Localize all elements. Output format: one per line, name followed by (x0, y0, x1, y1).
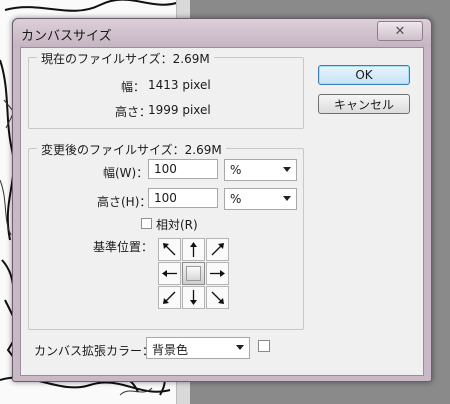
arrow-up-right-icon (211, 243, 224, 256)
anchor-label: 基準位置： (93, 240, 154, 254)
new-height-label: 高さ(H)： (97, 195, 152, 209)
new-width-label: 幅(W)： (103, 166, 149, 180)
chevron-down-icon (283, 196, 291, 201)
ok-button[interactable]: OK (318, 65, 410, 85)
dialog-title: カンバスサイズ (21, 29, 112, 44)
extension-color-label: カンバス拡張カラー： (34, 344, 155, 358)
relative-label[interactable]: 相対(R) (156, 216, 198, 233)
height-input[interactable]: 100 (148, 188, 218, 208)
relative-checkbox[interactable] (141, 218, 152, 229)
ok-button-label: OK (355, 68, 373, 82)
cancel-button-label: キャンセル (333, 97, 394, 112)
canvas-size-dialog: カンバスサイズ ✕ 現在のファイルサイズ：2.69M 幅： 1413 pixel… (12, 18, 432, 382)
new-size-legend: 変更後のファイルサイズ：2.69M (37, 141, 226, 158)
width-input[interactable]: 100 (148, 159, 218, 179)
current-width-label: 幅： (121, 80, 146, 94)
anchor-left[interactable] (158, 262, 181, 285)
current-size-group (28, 57, 304, 129)
arrow-left-icon (162, 270, 177, 277)
anchor-grid (158, 238, 229, 309)
arrow-right-icon (210, 270, 225, 277)
arrow-down-left-icon (163, 291, 176, 304)
height-unit-value: % (230, 192, 242, 206)
current-width-value: 1413 pixel (148, 78, 211, 92)
width-unit-select[interactable]: % (224, 159, 297, 181)
anchor-bottom[interactable] (182, 286, 205, 309)
arrow-down-right-icon (211, 291, 224, 304)
anchor-center[interactable] (182, 262, 205, 285)
close-button[interactable]: ✕ (377, 21, 423, 41)
anchor-bottom-right[interactable] (206, 286, 229, 309)
current-height-label: 高さ： (115, 105, 152, 119)
chevron-down-icon (236, 345, 244, 350)
width-input-value: 100 (154, 162, 177, 176)
extension-color-select[interactable]: 背景色 (146, 337, 250, 359)
close-icon: ✕ (394, 23, 406, 39)
extension-color-value: 背景色 (152, 343, 189, 357)
current-size-legend: 現在のファイルサイズ：2.69M (37, 50, 214, 67)
anchor-top-right[interactable] (206, 238, 229, 261)
arrow-up-left-icon (163, 243, 176, 256)
anchor-right[interactable] (206, 262, 229, 285)
width-unit-value: % (230, 163, 242, 177)
height-unit-select[interactable]: % (224, 188, 297, 210)
arrow-down-icon (190, 290, 197, 305)
height-input-value: 100 (154, 191, 177, 205)
extension-color-swatch[interactable] (258, 340, 270, 352)
anchor-bottom-left[interactable] (158, 286, 181, 309)
dialog-titlebar[interactable]: カンバスサイズ ✕ (13, 19, 431, 47)
cancel-button[interactable]: キャンセル (318, 94, 410, 114)
current-height-value: 1999 pixel (148, 103, 211, 117)
dialog-body: 現在のファイルサイズ：2.69M 幅： 1413 pixel 高さ： 1999 … (20, 47, 424, 376)
arrow-up-icon (190, 242, 197, 257)
anchor-top[interactable] (182, 238, 205, 261)
chevron-down-icon (283, 167, 291, 172)
anchor-top-left[interactable] (158, 238, 181, 261)
